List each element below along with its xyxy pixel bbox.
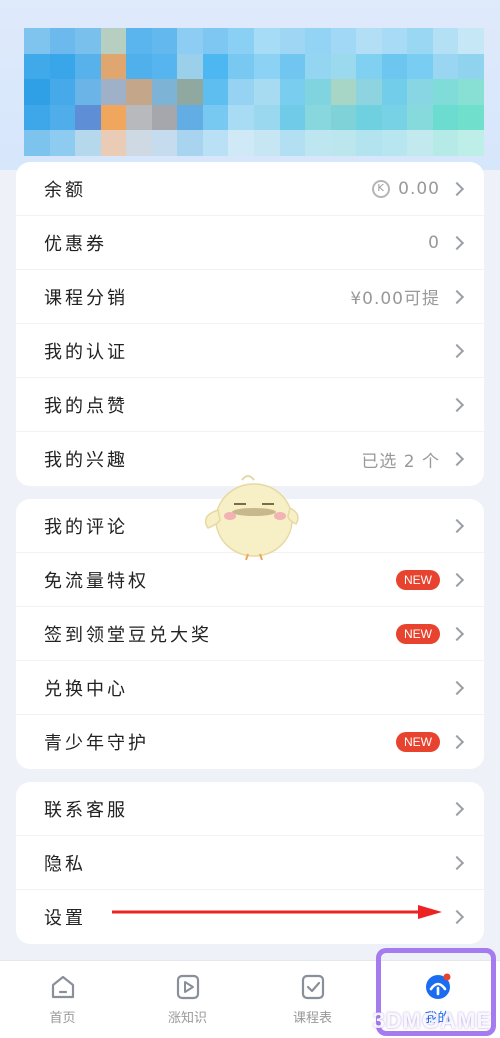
menu-item-label: 我的认证 xyxy=(44,341,128,363)
tab-home[interactable]: 首页 xyxy=(0,961,125,1038)
menu-item-label: 兑换中心 xyxy=(44,678,128,700)
mascot-chick-icon xyxy=(204,475,299,560)
withdrawable-amount: ¥0.00可提 xyxy=(350,289,440,309)
chevron-right-icon xyxy=(449,181,465,196)
chevron-right-icon xyxy=(449,451,465,467)
menu-item-label: 优惠券 xyxy=(44,233,107,255)
chevron-right-icon xyxy=(449,235,465,250)
watermark: 3DMGAME xyxy=(372,1008,492,1033)
menu-item-label: 余额 xyxy=(44,179,86,201)
menu-item-checkin-rewards[interactable]: 签到领堂豆兑大奖 NEW xyxy=(16,607,484,661)
menu-item-label: 签到领堂豆兑大奖 xyxy=(44,624,212,646)
menu-item-label: 免流量特权 xyxy=(44,570,149,592)
tab-label: 涨知识 xyxy=(167,1011,207,1026)
menu-item-youth-protection[interactable]: 青少年守护 NEW xyxy=(16,715,484,769)
new-badge: NEW xyxy=(396,732,440,752)
menu-item-redeem-center[interactable]: 兑换中心 xyxy=(16,661,484,715)
play-icon xyxy=(176,974,199,1000)
tab-schedule[interactable]: 课程表 xyxy=(250,961,375,1038)
new-badge: NEW xyxy=(396,623,440,644)
menu-item-label: 课程分销 xyxy=(44,287,128,309)
coin-icon: K xyxy=(372,179,391,198)
menu-item-balance[interactable]: 余额 K 0.00 xyxy=(16,162,484,216)
chevron-right-icon xyxy=(449,289,465,304)
tab-label: 首页 xyxy=(49,1011,76,1026)
menu-item-likes[interactable]: 我的点赞 xyxy=(16,378,484,432)
menu-item-course-distribution[interactable]: 课程分销 ¥0.00可提 xyxy=(16,270,484,324)
blurred-profile-banner xyxy=(24,28,484,156)
chevron-right-icon xyxy=(449,909,465,925)
menu-item-label: 我的点赞 xyxy=(44,395,128,417)
profile-header xyxy=(0,0,500,170)
chevron-right-icon xyxy=(449,397,465,412)
chevron-right-icon xyxy=(449,343,465,358)
tab-label: 课程表 xyxy=(292,1011,332,1026)
support-menu-card: 联系客服 隐私 设置 xyxy=(16,782,484,944)
menu-item-label: 青少年守护 xyxy=(44,733,149,754)
account-menu-card: 余额 K 0.00 优惠券 0 课程分销 ¥0.00可提 我的认证 我的点赞 我… xyxy=(16,162,484,486)
coupon-count: 0 xyxy=(428,232,440,253)
menu-item-label: 隐私 xyxy=(44,853,86,875)
menu-item-certification[interactable]: 我的认证 xyxy=(16,324,484,378)
tab-knowledge[interactable]: 涨知识 xyxy=(125,961,250,1038)
chevron-right-icon xyxy=(449,518,465,533)
chevron-right-icon xyxy=(449,734,465,750)
chevron-right-icon xyxy=(449,572,465,587)
chevron-right-icon xyxy=(449,680,465,695)
menu-item-label: 我的兴趣 xyxy=(44,450,128,471)
balance-value: K 0.00 xyxy=(372,179,440,199)
chevron-right-icon xyxy=(449,801,465,816)
chevron-right-icon xyxy=(449,626,465,641)
menu-item-customer-service[interactable]: 联系客服 xyxy=(16,782,484,836)
menu-item-coupons[interactable]: 优惠券 0 xyxy=(16,216,484,270)
interests-selected: 已选 2 个 xyxy=(361,451,440,472)
annotation-arrow xyxy=(112,905,442,919)
menu-item-privacy[interactable]: 隐私 xyxy=(16,836,484,890)
new-badge: NEW xyxy=(396,569,440,590)
menu-item-free-data[interactable]: 免流量特权 NEW xyxy=(16,553,484,607)
chevron-right-icon xyxy=(449,855,465,870)
home-icon xyxy=(51,975,74,999)
menu-item-label: 联系客服 xyxy=(44,799,128,821)
checklist-icon xyxy=(301,974,324,1000)
